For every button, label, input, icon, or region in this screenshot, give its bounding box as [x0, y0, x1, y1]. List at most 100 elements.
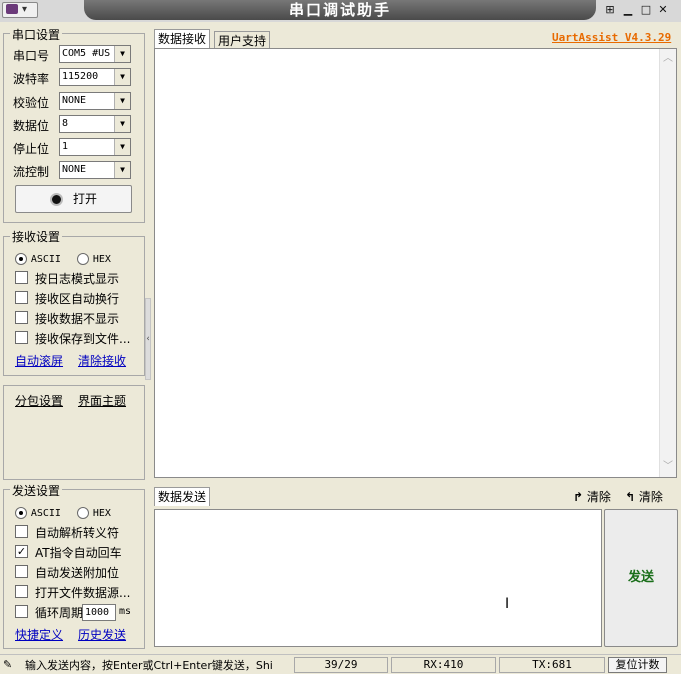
status-bar: ✎ 输入发送内容，按Enter或Ctrl+Enter键发送，Shi 39/29 …	[0, 654, 681, 674]
clear-all-label: 清除	[638, 490, 663, 504]
parity-value: NONE	[62, 95, 87, 106]
sidebar-collapse-handle[interactable]: ‹	[145, 298, 151, 380]
databits-value: 8	[62, 118, 69, 129]
window-title: 串口调试助手	[84, 0, 596, 20]
open-port-button[interactable]: 打开	[15, 185, 132, 213]
save-file-checkbox[interactable]	[15, 331, 28, 344]
flow-value: NONE	[62, 164, 87, 175]
at-command-label: AT指令自动回车	[35, 546, 122, 560]
log-mode-checkbox[interactable]	[15, 271, 28, 284]
open-port-label: 打开	[72, 192, 97, 206]
port-label: 串口号	[13, 49, 50, 63]
log-mode-label: 按日志模式显示	[35, 272, 120, 286]
hide-data-label: 接收数据不显示	[35, 312, 120, 326]
auto-scroll-link[interactable]: 自动滚屏	[15, 352, 63, 369]
stopbits-select[interactable]: 1 ▼	[59, 138, 131, 156]
packet-settings-link[interactable]: 分包设置	[15, 392, 63, 409]
databits-select[interactable]: 8 ▼	[59, 115, 131, 133]
send-hex-radio[interactable]: HEX	[77, 505, 111, 519]
chevron-down-icon: ▼	[114, 162, 130, 178]
send-settings-title: 发送设置	[10, 484, 63, 498]
port-status-icon	[49, 193, 63, 206]
clear-up-icon: ↰	[625, 490, 636, 504]
status-hint: 输入发送内容，按Enter或Ctrl+Enter键发送，Shi	[25, 659, 273, 672]
cycle-unit: ms	[119, 606, 132, 617]
baud-value: 115200	[62, 71, 99, 82]
port-value: COM5 #US	[62, 48, 111, 59]
receive-hex-radio[interactable]: HEX	[77, 251, 111, 265]
tab-data-send[interactable]: 数据发送	[154, 487, 211, 506]
receive-textarea[interactable]: ︿ ﹀	[154, 48, 677, 478]
databits-label: 数据位	[13, 119, 50, 133]
port-select[interactable]: COM5 #US ▼	[59, 45, 131, 63]
status-tx: TX:681	[499, 657, 605, 673]
file-source-label: 打开文件数据源...	[35, 586, 131, 600]
text-cursor-icon: I	[505, 596, 510, 612]
send-hex-label: HEX	[92, 508, 111, 519]
auto-wrap-label: 接收区自动换行	[35, 292, 120, 306]
clear-receive-link[interactable]: 清除接收	[78, 352, 126, 369]
clear-all-button[interactable]: ↰ 清除	[625, 488, 663, 505]
send-button[interactable]: 发送	[604, 509, 678, 647]
send-ascii-label: ASCII	[30, 508, 61, 519]
serial-settings-title: 串口设置	[10, 28, 63, 42]
tab-user-support[interactable]: 用户支持	[214, 31, 271, 48]
chevron-down-icon: ▼	[114, 46, 130, 62]
send-textarea[interactable]: I	[154, 509, 602, 647]
radio-selected-icon	[15, 506, 27, 519]
status-rx: RX:410	[391, 657, 496, 673]
chevron-down-icon: ▼	[114, 93, 130, 109]
baud-select[interactable]: 115200 ▼	[59, 68, 131, 86]
receive-settings-title: 接收设置	[10, 230, 63, 244]
parity-label: 校验位	[13, 96, 50, 110]
title-bar: ▾ 串口调试助手 ⊞ ▁ □ ✕	[0, 0, 681, 22]
receive-hex-label: HEX	[92, 254, 111, 265]
clear-arrow-icon: ↱	[573, 490, 584, 504]
hide-data-checkbox[interactable]	[15, 311, 28, 324]
parity-select[interactable]: NONE ▼	[59, 92, 131, 110]
send-ascii-radio[interactable]: ASCII	[15, 505, 61, 519]
stopbits-label: 停止位	[13, 142, 50, 156]
close-icon[interactable]: ✕	[656, 3, 670, 17]
scroll-up-icon[interactable]: ︿	[660, 51, 676, 67]
file-source-checkbox[interactable]	[15, 585, 28, 598]
reset-count-button[interactable]: 复位计数	[608, 657, 667, 673]
radio-selected-icon	[15, 252, 27, 265]
cycle-label: 循环周期	[35, 606, 84, 620]
theme-link[interactable]: 界面主题	[78, 392, 126, 409]
receive-scrollbar[interactable]: ︿ ﹀	[659, 49, 676, 477]
clear-send-button[interactable]: ↱ 清除	[573, 488, 611, 505]
clear-send-label: 清除	[586, 490, 611, 504]
cycle-period-input[interactable]: 1000	[82, 604, 116, 621]
auto-wrap-checkbox[interactable]	[15, 291, 28, 304]
stopbits-value: 1	[62, 141, 69, 152]
pin-icon[interactable]: ⊞	[603, 3, 617, 17]
cycle-checkbox[interactable]	[15, 605, 28, 618]
chevron-down-icon: ▼	[114, 139, 130, 155]
chevron-down-icon: ▼	[114, 69, 130, 85]
history-link[interactable]: 历史发送	[78, 626, 126, 643]
flow-label: 流控制	[13, 165, 50, 179]
hint-icon: ✎	[3, 658, 13, 671]
brand-link[interactable]: UartAssist V4.3.29	[552, 31, 671, 44]
save-file-label: 接收保存到文件...	[35, 332, 131, 346]
append-bits-checkbox[interactable]	[15, 565, 28, 578]
at-command-checkbox[interactable]: ✓	[15, 545, 28, 558]
append-bits-label: 自动发送附加位	[35, 566, 120, 580]
receive-ascii-radio[interactable]: ASCII	[15, 251, 61, 265]
status-counter: 39/29	[294, 657, 388, 673]
tab-data-receive[interactable]: 数据接收	[154, 29, 211, 48]
flow-select[interactable]: NONE ▼	[59, 161, 131, 179]
check-icon: ✓	[16, 545, 27, 558]
app-logo-icon	[6, 4, 18, 14]
chevron-down-icon: ▼	[114, 116, 130, 132]
receive-ascii-label: ASCII	[30, 254, 61, 265]
system-menu-button[interactable]: ▾	[2, 2, 38, 18]
shortcut-link[interactable]: 快捷定义	[15, 626, 63, 643]
scroll-down-icon[interactable]: ﹀	[660, 459, 676, 475]
radio-empty-icon	[77, 506, 89, 519]
minimize-icon[interactable]: ▁	[621, 3, 635, 17]
maximize-icon[interactable]: □	[639, 3, 653, 17]
parse-escape-checkbox[interactable]	[15, 525, 28, 538]
radio-empty-icon	[77, 252, 89, 265]
